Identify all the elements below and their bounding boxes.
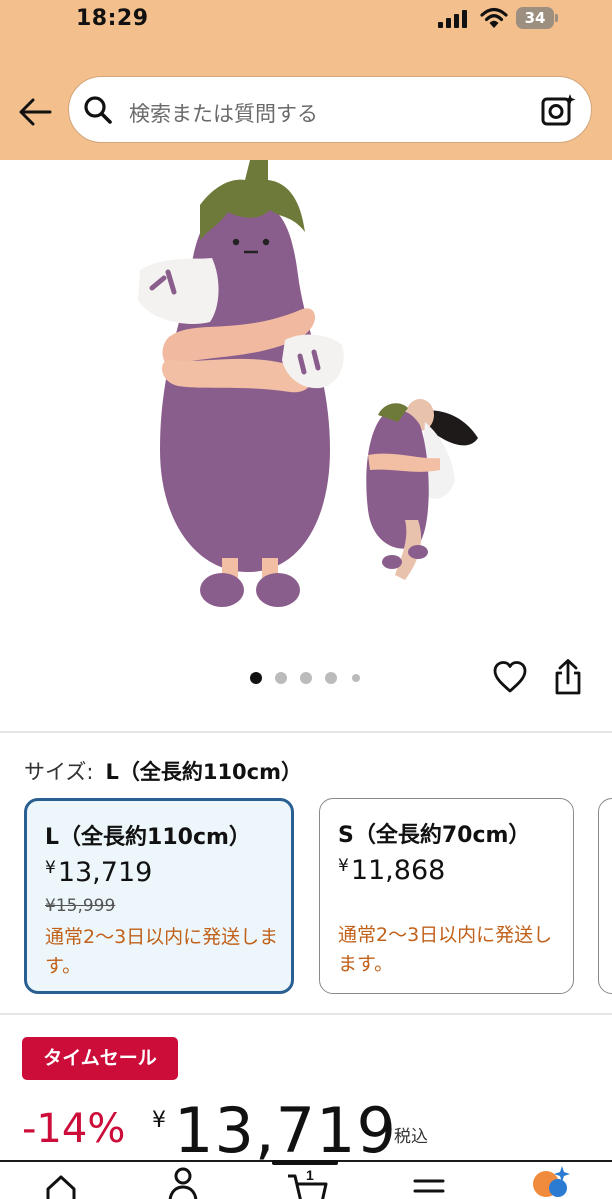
- size-option-title: S（全長約70cm）: [338, 823, 531, 848]
- size-option-large[interactable]: L（全長約110cm） ¥13,719 ¥15,999 通常2～3日以内に発送し…: [24, 798, 294, 994]
- size-option-price: ¥13,719: [45, 857, 153, 888]
- pager-dot[interactable]: [300, 672, 312, 684]
- selected-size: L（全長約110cm）: [105, 760, 302, 784]
- back-arrow-icon[interactable]: [16, 94, 56, 130]
- section-divider: [0, 731, 612, 733]
- size-option-title: L（全長約110cm）: [45, 825, 251, 850]
- cart-icon[interactable]: 1: [286, 1166, 332, 1199]
- ai-assistant-icon[interactable]: [528, 1164, 572, 1199]
- heart-icon[interactable]: [492, 660, 528, 694]
- app-header: 18:29 34 検索または質問する: [0, 0, 612, 160]
- home-icon[interactable]: [44, 1172, 78, 1199]
- camera-search-icon[interactable]: [541, 93, 577, 127]
- sale-price: 13,719: [174, 1094, 397, 1167]
- cellular-signal-icon: [438, 10, 470, 28]
- cart-count: 1: [306, 1167, 314, 1183]
- discount-percent: -14%: [22, 1106, 126, 1152]
- account-icon[interactable]: [166, 1166, 200, 1199]
- menu-icon[interactable]: [412, 1178, 446, 1199]
- shipping-info: 通常2～3日以内に発送します。: [45, 926, 279, 977]
- search-bar[interactable]: 検索または質問する: [68, 76, 592, 143]
- shipping-info: 通常2～3日以内に発送します。: [338, 924, 553, 975]
- tax-included-label: 税込: [394, 1127, 428, 1147]
- size-option-price: ¥11,868: [338, 855, 446, 886]
- search-input[interactable]: 検索または質問する: [129, 98, 318, 128]
- time-sale-badge: タイムセール: [22, 1037, 178, 1080]
- section-divider: [0, 1013, 612, 1015]
- currency-symbol: ¥: [152, 1108, 166, 1133]
- eggplant-plush-illustration: [138, 160, 344, 607]
- size-option-small[interactable]: S（全長約70cm） ¥11,868 通常2～3日以内に発送します。: [319, 798, 574, 994]
- pager-dot[interactable]: [275, 672, 287, 684]
- pager-dot[interactable]: [352, 674, 360, 682]
- status-time: 18:29: [76, 6, 149, 31]
- product-image[interactable]: [0, 160, 612, 640]
- list-price: ¥15,999: [45, 896, 116, 916]
- battery-icon: 34: [516, 7, 558, 29]
- size-selection-label: サイズ: L（全長約110cm）: [24, 756, 302, 786]
- pager-dot[interactable]: [325, 672, 337, 684]
- bottom-tab-bar: 1: [0, 1160, 612, 1199]
- wifi-icon: [480, 7, 508, 28]
- size-option-more[interactable]: [598, 798, 612, 994]
- active-tab-indicator: [272, 1160, 338, 1165]
- search-icon: [84, 96, 112, 124]
- lifestyle-photo: [366, 399, 478, 580]
- share-icon[interactable]: [552, 658, 584, 696]
- pager-dot-active[interactable]: [250, 672, 262, 684]
- size-label: サイズ:: [24, 760, 94, 784]
